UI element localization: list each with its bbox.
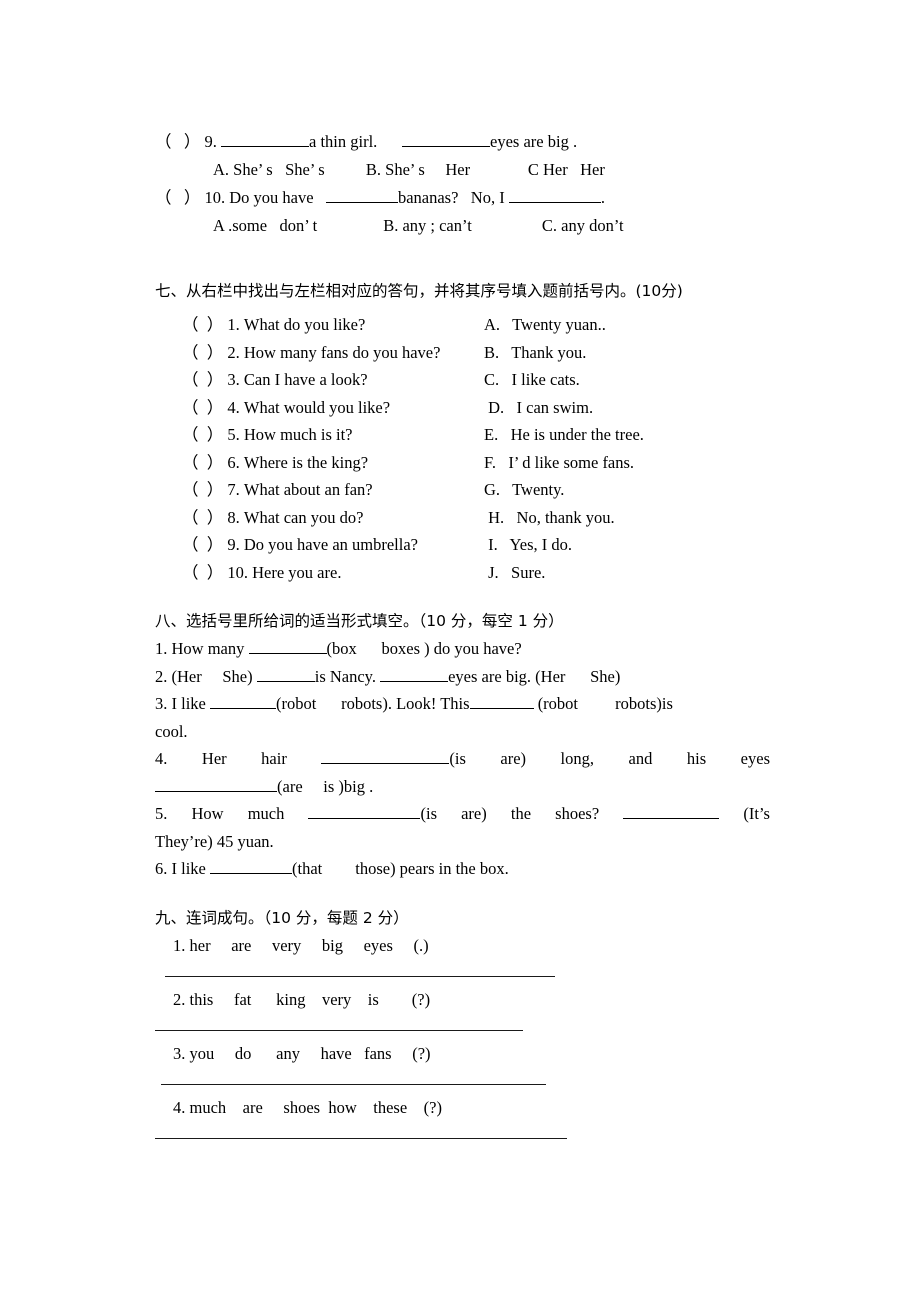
fill-item-2-blank-2[interactable] — [380, 665, 449, 682]
exam-page: （ ） 9. a thin girl. eyes are big . A. Sh… — [0, 0, 920, 1300]
fill-item-5-middle: (is are) the shoes? — [420, 804, 624, 823]
fill-item-4-continuation: (are is )big . — [155, 773, 770, 801]
fill-item-2-before: 2. (Her She) — [155, 666, 257, 686]
section-nine-heading: 九、连词成句。（10 分，每题 2 分） — [155, 908, 409, 927]
fill-item-6-before: 6. I like — [155, 859, 210, 878]
match-left-item[interactable]: （ ） 1. What do you like? — [182, 311, 484, 339]
question-10-blank-2[interactable] — [508, 186, 601, 203]
match-row: （ ） 6. Where is the king? F. I’ d like so… — [155, 449, 770, 477]
question-9-text-middle: a thin girl. — [309, 132, 403, 151]
match-right-item[interactable]: F. I’ d like some fans. — [484, 449, 634, 477]
match-row: （ ） 5. How much is it? E. He is under the… — [155, 421, 770, 449]
fill-item-4: 4. Her hair (is are) long, and his eyes — [155, 745, 770, 773]
question-9: （ ） 9. a thin girl. eyes are big . — [155, 128, 770, 156]
section-seven-heading: 七、从右栏中找出与左栏相对应的答句，并将其序号填入题前括号内。(10分) — [155, 282, 683, 300]
reorder-item-2: 2. this fat king very is (?) — [173, 989, 431, 1009]
reorder-answer-line-2[interactable] — [155, 1029, 523, 1031]
reorder-item-1: 1. her are very big eyes (.) — [173, 935, 429, 955]
fill-item-3-continuation: cool. — [155, 721, 188, 741]
fill-item-5-after: (It’s — [719, 804, 770, 823]
match-right-item[interactable]: I. Yes, I do. — [484, 531, 572, 559]
match-row: （ ） 2. How many fans do you have? B. Than… — [155, 339, 770, 367]
fill-item-5-before: 5. How much — [155, 804, 309, 823]
question-10-blank-1[interactable] — [325, 186, 398, 203]
fill-item-6: 6. I like (that those) pears in the box. — [155, 855, 770, 883]
match-row: （ ） 8. What can you do? H. No, thank you… — [155, 504, 770, 532]
match-right-item[interactable]: J. Sure. — [484, 559, 545, 587]
fill-item-3-middle: (robot robots). Look! This — [276, 694, 470, 713]
match-row: （ ） 3. Can I have a look? C. I like cats. — [155, 366, 770, 394]
section-eight-heading: 八、选括号里所给词的适当形式填空。（10 分，每空 1 分） — [155, 612, 564, 630]
match-left-item[interactable]: （ ） 5. How much is it? — [182, 421, 484, 449]
reorder-answer-line-3[interactable] — [161, 1083, 546, 1085]
fill-item-4-blank-2[interactable] — [155, 775, 277, 792]
match-row: （ ） 4. What would you like? D. I can swi… — [155, 394, 770, 422]
reorder-answer-line-4[interactable] — [155, 1137, 567, 1139]
match-left-item[interactable]: （ ） 10. Here you are. — [182, 559, 484, 587]
question-9-options[interactable]: A. She’ s She’ s B. She’ s Her C Her Her — [155, 156, 770, 184]
fill-item-3-after: (robot robots)is — [533, 694, 673, 713]
fill-item-1-blank[interactable] — [248, 637, 327, 654]
match-left-item[interactable]: （ ） 4. What would you like? — [182, 394, 484, 422]
fill-item-4-blank-1[interactable] — [321, 747, 450, 764]
reorder-item-3: 3. you do any have fans (?) — [173, 1043, 431, 1063]
fill-item-5: 5. How much (is are) the shoes? (It’s — [155, 800, 770, 828]
match-right-item[interactable]: B. Thank you. — [484, 339, 586, 367]
fill-item-6-blank[interactable] — [210, 857, 292, 874]
question-9-blank-1[interactable] — [221, 130, 309, 147]
match-row: （ ） 1. What do you like? A. Twenty yuan.. — [155, 311, 770, 339]
fill-item-3-blank-1[interactable] — [210, 692, 276, 709]
question-10-text-after: . — [600, 188, 605, 207]
question-10-text-middle: bananas? No, I — [397, 188, 509, 207]
match-right-item[interactable]: E. He is under the tree. — [484, 421, 644, 449]
fill-item-3: 3. I like (robot robots). Look! This (ro… — [155, 690, 770, 718]
section-seven-match-list: （ ） 1. What do you like? A. Twenty yuan..… — [155, 311, 770, 586]
multiple-choice-tail: （ ） 9. a thin girl. eyes are big . A. Sh… — [155, 128, 770, 240]
fill-item-2-middle: is Nancy. — [314, 666, 381, 686]
question-10: （ ） 10. Do you have bananas? No, I . — [155, 184, 770, 212]
fill-item-5-blank-1[interactable] — [308, 802, 421, 819]
page-content: （ ） 9. a thin girl. eyes are big . A. Sh… — [155, 128, 770, 1148]
fill-item-3-before: 3. I like — [155, 694, 210, 713]
match-left-item[interactable]: （ ） 7. What about an fan? — [182, 476, 484, 504]
fill-item-1: 1. How many (box boxes ) do you have? — [155, 635, 770, 663]
match-left-item[interactable]: （ ） 3. Can I have a look? — [182, 366, 484, 394]
fill-item-6-after: (that those) pears in the box. — [292, 859, 509, 878]
match-left-item[interactable]: （ ） 8. What can you do? — [182, 504, 484, 532]
fill-item-4-before: 4. Her hair — [155, 749, 322, 768]
question-10-text-before: （ ） 10. Do you have — [155, 188, 326, 207]
match-left-item[interactable]: （ ） 2. How many fans do you have? — [182, 339, 484, 367]
fill-item-5-continuation: They’re) 45 yuan. — [155, 831, 274, 851]
fill-item-4-continuation-text: (are is )big . — [277, 776, 374, 796]
match-right-item[interactable]: C. I like cats. — [484, 366, 580, 394]
fill-item-2-after: eyes are big. (Her She) — [448, 666, 621, 686]
fill-item-2: 2. (Her She) is Nancy. eyes are big. (He… — [155, 663, 770, 691]
reorder-answer-line-1[interactable] — [165, 975, 555, 977]
match-right-item[interactable]: G. Twenty. — [484, 476, 564, 504]
match-right-item[interactable]: D. I can swim. — [484, 394, 593, 422]
question-9-text-before: （ ） 9. — [155, 132, 221, 151]
match-right-item[interactable]: A. Twenty yuan.. — [484, 311, 606, 339]
fill-item-1-after: (box boxes ) do you have? — [326, 639, 522, 658]
fill-item-2-blank-1[interactable] — [256, 665, 315, 682]
match-left-item[interactable]: （ ） 6. Where is the king? — [182, 449, 484, 477]
fill-item-3-blank-2[interactable] — [469, 692, 534, 709]
reorder-item-4: 4. much are shoes how these (?) — [173, 1097, 442, 1117]
fill-item-1-before: 1. How many — [155, 639, 249, 658]
fill-item-4-after: (is are) long, and his eyes — [449, 749, 770, 768]
question-9-blank-2[interactable] — [402, 130, 491, 147]
match-row: （ ） 9. Do you have an umbrella? I. Yes, … — [155, 531, 770, 559]
match-right-item[interactable]: H. No, thank you. — [484, 504, 615, 532]
question-10-options[interactable]: A .some don’ t B. any ; can’t C. any don… — [155, 212, 770, 240]
question-9-text-after: eyes are big . — [490, 132, 578, 151]
match-row: （ ） 10. Here you are. J. Sure. — [155, 559, 770, 587]
match-row: （ ） 7. What about an fan? G. Twenty. — [155, 476, 770, 504]
fill-item-5-blank-2[interactable] — [623, 802, 720, 819]
match-left-item[interactable]: （ ） 9. Do you have an umbrella? — [182, 531, 484, 559]
